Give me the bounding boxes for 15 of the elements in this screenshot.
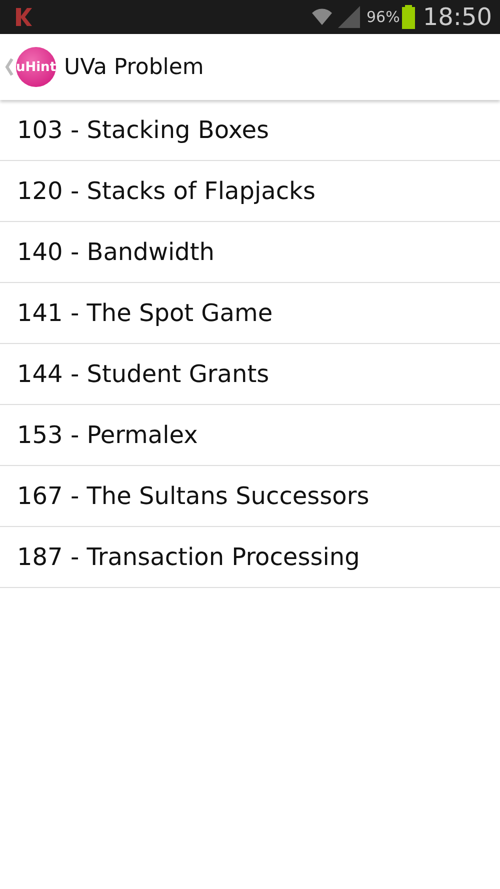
- problem-item[interactable]: 120 - Stacks of Flapjacks: [0, 161, 500, 222]
- battery-percent: 96%: [366, 8, 400, 26]
- problem-item[interactable]: 167 - The Sultans Successors: [0, 466, 500, 527]
- signal-icon: [338, 6, 362, 28]
- back-caret-icon[interactable]: [4, 57, 14, 77]
- battery-icon: [402, 5, 415, 29]
- problem-item[interactable]: 144 - Student Grants: [0, 344, 500, 405]
- clock: 18:50: [422, 3, 492, 31]
- problem-item[interactable]: 141 - The Spot Game: [0, 283, 500, 344]
- app-logo[interactable]: uHint: [16, 47, 56, 87]
- problem-item[interactable]: 103 - Stacking Boxes: [0, 100, 500, 161]
- problem-item[interactable]: 140 - Bandwidth: [0, 222, 500, 283]
- screen-title: UVa Problem: [64, 54, 204, 80]
- problem-item[interactable]: 153 - Permalex: [0, 405, 500, 466]
- problem-item[interactable]: 187 - Transaction Processing: [0, 527, 500, 588]
